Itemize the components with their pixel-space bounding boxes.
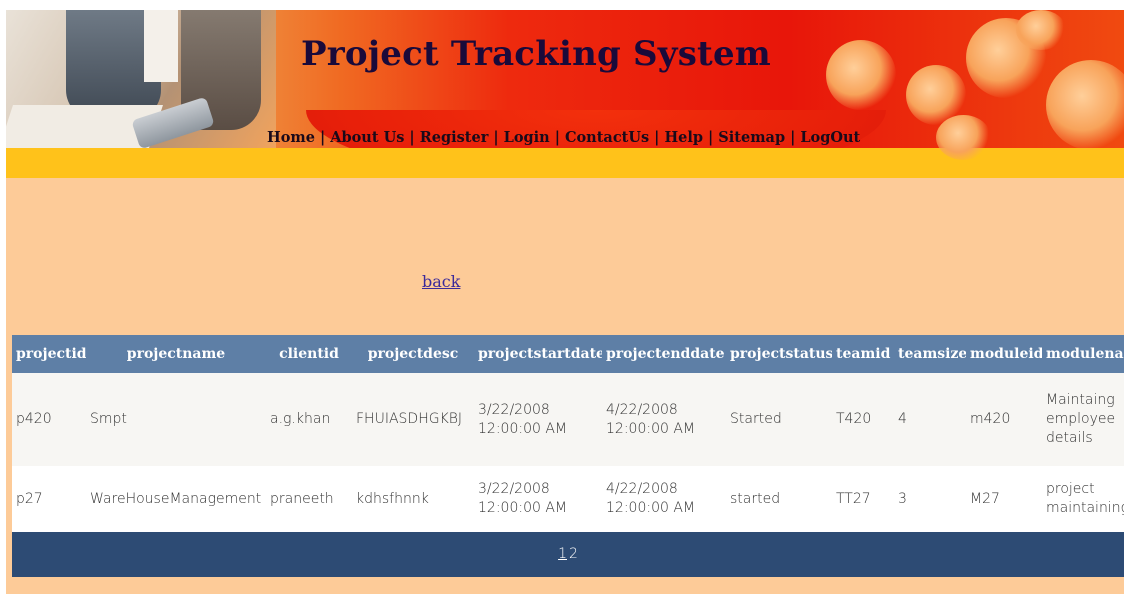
cell-moduleid: M27 (966, 466, 1042, 532)
decor-circle (936, 115, 991, 160)
projects-table: projectid projectname clientid projectde… (12, 335, 1124, 577)
column-header-projectenddate: projectenddate (602, 335, 726, 373)
cell-clientid: a.g.khan (266, 373, 352, 466)
cell-projectstartdate: 3/22/2008 12:00:00 AM (474, 466, 602, 532)
column-header-projectstartdate: projectstartdate (474, 335, 602, 373)
cell-projectname: WareHouseManagement (86, 466, 266, 532)
cell-teamid: TT27 (832, 466, 894, 532)
nav-contact-us[interactable]: ContactUs (565, 129, 649, 146)
column-header-clientid: clientid (266, 335, 352, 373)
table-header-row: projectid projectname clientid projectde… (12, 335, 1124, 373)
cell-projectenddate: 4/22/2008 12:00:00 AM (602, 466, 726, 532)
cell-moduleid: m420 (966, 373, 1042, 466)
cell-modulename: Maintaing employee details (1042, 373, 1124, 466)
cell-projectname: Smpt (86, 373, 266, 466)
cell-projectdesc: FHUIASDHGKBJ (352, 373, 474, 466)
cell-projectstartdate: 3/22/2008 12:00:00 AM (474, 373, 602, 466)
column-header-moduleid: moduleid (966, 335, 1042, 373)
column-header-projectdesc: projectdesc (352, 335, 474, 373)
cell-teamsize: 3 (894, 466, 966, 532)
cell-teamid: T420 (832, 373, 894, 466)
table-row: p27 WareHouseManagement praneeth kdhsfhn… (12, 466, 1124, 532)
nav-logout[interactable]: LogOut (800, 129, 860, 146)
main-nav: Home | About Us | Register | Login | ContactUs | H… (267, 129, 861, 146)
cell-projectdesc: kdhsfhnnk (352, 466, 474, 532)
pager-row: 12 (12, 532, 1124, 577)
column-header-projectid: projectid (12, 335, 86, 373)
cell-projectstatus: started (726, 466, 832, 532)
nav-sitemap[interactable]: Sitemap (718, 129, 785, 146)
cell-modulename: project maintaining (1042, 466, 1124, 532)
cell-projectstatus: Started (726, 373, 832, 466)
cell-teamsize: 4 (894, 373, 966, 466)
back-link[interactable]: back (422, 272, 460, 291)
column-header-teamid: teamid (832, 335, 894, 373)
page-2-link[interactable]: 2 (568, 546, 579, 562)
cell-projectid: p27 (12, 466, 86, 532)
header-photo (6, 10, 276, 150)
page-1-link[interactable]: 1 (557, 546, 568, 562)
cell-clientid: praneeth (266, 466, 352, 532)
nav-register[interactable]: Register (420, 129, 489, 146)
nav-help[interactable]: Help (664, 129, 703, 146)
site-title: Project Tracking System (301, 34, 771, 74)
cell-projectenddate: 4/22/2008 12:00:00 AM (602, 373, 726, 466)
table-row: p420 Smpt a.g.khan FHUIASDHGKBJ 3/22/200… (12, 373, 1124, 466)
column-header-projectstatus: projectstatus (726, 335, 832, 373)
column-header-projectname: projectname (86, 335, 266, 373)
header-banner: Project Tracking System Home | About Us | Re… (6, 10, 1124, 178)
cell-projectid: p420 (12, 373, 86, 466)
nav-home[interactable]: Home (267, 129, 315, 146)
pager: 12 (12, 532, 1124, 577)
nav-about-us[interactable]: About Us (330, 129, 404, 146)
column-header-modulename: modulena (1042, 335, 1124, 373)
nav-login[interactable]: Login (504, 129, 550, 146)
column-header-teamsize: teamsize (894, 335, 966, 373)
main-content: back projectid projectname clientid proj… (6, 178, 1124, 594)
